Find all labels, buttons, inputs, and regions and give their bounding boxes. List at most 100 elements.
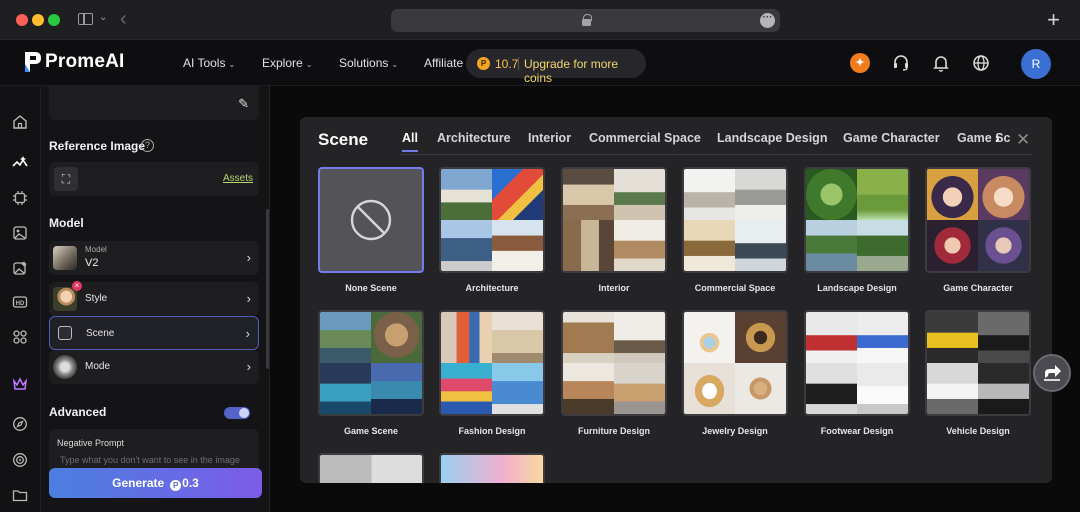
folder-icon[interactable] (12, 487, 28, 503)
card-label: Game Scene (343, 426, 399, 436)
remove-badge-icon[interactable]: × (72, 281, 82, 291)
nav-solutions[interactable]: Solutions ⌄ (339, 56, 398, 70)
nav-affiliate[interactable]: Affiliate (424, 56, 463, 70)
coins-upgrade-pill[interactable]: P 10.7 Upgrade for more coins (466, 49, 646, 85)
assets-link[interactable]: Assets (223, 173, 253, 184)
chevron-down-icon: ⌄ (391, 60, 399, 69)
generate-cost: 0.3 (182, 476, 199, 490)
chevron-right-icon[interactable]: › (995, 130, 1000, 146)
close-icon[interactable]: ✕ (1016, 130, 1030, 150)
model-sub-label: Model (85, 245, 107, 254)
minimize-window-button[interactable] (32, 14, 44, 26)
card-image (318, 310, 424, 416)
card-label: Landscape Design (817, 283, 897, 293)
tab-bar: All Architecture Interior Commercial Spa… (400, 117, 1010, 157)
close-window-button[interactable] (16, 14, 28, 26)
card-label: Game Character (943, 283, 1013, 293)
svg-text:HD: HD (16, 301, 25, 307)
bell-icon[interactable] (931, 53, 951, 73)
model-thumbnail (53, 246, 77, 270)
scene-selector[interactable]: Scene › (49, 316, 259, 350)
upgrade-link[interactable]: Upgrade for more coins (524, 57, 646, 85)
icon-rail: HD (0, 86, 41, 512)
scene-card-partial[interactable] (318, 453, 424, 483)
tab-interior[interactable]: Interior (528, 131, 571, 145)
card-image (804, 310, 910, 416)
modal-title: Scene (318, 130, 369, 149)
advanced-title: Advanced (49, 405, 107, 419)
browser-toolbar: ⌄ ‹ ··· + (0, 0, 1080, 40)
scene-modal: Scene All Architecture Interior Commerci… (300, 117, 1052, 483)
tab-commercial-space[interactable]: Commercial Space (589, 131, 701, 145)
headset-support-icon[interactable] (891, 53, 911, 73)
advanced-toggle[interactable] (224, 407, 250, 419)
generate-button[interactable]: Generate P 0.3 (49, 468, 262, 498)
gallery-icon[interactable] (12, 225, 28, 241)
prompt-input[interactable]: ✎ (49, 86, 259, 120)
panel-scrollbar[interactable] (266, 209, 269, 369)
card-image (439, 310, 545, 416)
sidebar-toggle-icon[interactable] (78, 13, 93, 25)
chevron-right-icon: › (246, 359, 251, 374)
avatar[interactable]: R (1021, 49, 1051, 79)
negative-prompt-placeholder: Type what you don't want to see in the i… (60, 455, 240, 465)
new-tab-button[interactable]: + (1047, 7, 1060, 33)
card-image (925, 167, 1031, 273)
tab-divider (400, 154, 1032, 155)
settings-panel: ✎ Reference Image ? ⛶ Assets Model Model… (41, 86, 270, 512)
back-button[interactable]: ‹ (120, 8, 127, 31)
tab-landscape-design[interactable]: Landscape Design (717, 131, 827, 145)
card-image (561, 310, 667, 416)
maximize-window-button[interactable] (48, 14, 60, 26)
brand-name[interactable]: PromeAI (45, 51, 125, 73)
nav-explore[interactable]: Explore ⌄ (262, 56, 312, 70)
compass-icon[interactable] (12, 416, 28, 432)
chevron-down-icon[interactable]: ⌄ (99, 12, 107, 23)
coin-balance: 10.7 (495, 57, 519, 71)
address-bar[interactable]: ··· (391, 9, 780, 32)
tab-architecture[interactable]: Architecture (437, 131, 511, 145)
card-image (682, 167, 788, 273)
coin-icon: P (477, 57, 490, 70)
card-label: Commercial Space (694, 283, 776, 293)
chevron-right-icon: › (246, 250, 251, 265)
scan-upload-icon[interactable]: ⛶ (54, 167, 78, 191)
chip-icon[interactable] (12, 190, 28, 206)
style-selector[interactable]: × Style › (49, 281, 259, 316)
card-image (561, 167, 667, 273)
tab-all[interactable]: All (402, 131, 418, 152)
apps-grid-icon[interactable] (12, 329, 28, 345)
top-navigation: PromeAI AI Tools ⌄ Explore ⌄ Solutions ⌄ Af… (0, 40, 1080, 86)
hd-upscale-icon[interactable]: HD (12, 294, 28, 310)
scene-card-partial[interactable] (439, 453, 545, 483)
card-image (682, 310, 788, 416)
photo-edit-icon[interactable] (12, 260, 28, 276)
share-button[interactable] (1033, 354, 1071, 392)
reference-image-uploader[interactable]: ⛶ Assets (49, 162, 259, 196)
globe-icon[interactable] (971, 53, 991, 73)
nav-label: AI Tools (183, 56, 226, 70)
magic-wand-icon[interactable]: ✎ (238, 96, 249, 112)
scene-icon (58, 326, 72, 340)
tab-game-scene[interactable]: Game Scene (957, 131, 1010, 145)
mode-thumbnail (53, 355, 77, 379)
ban-icon (350, 199, 392, 241)
generate-label: Generate (112, 476, 165, 490)
mode-selector[interactable]: Mode › (49, 350, 259, 384)
model-selector[interactable]: Model V2 › (49, 241, 259, 275)
chevron-right-icon: › (245, 326, 250, 341)
coin-icon: P (170, 480, 182, 491)
more-icon[interactable]: ··· (760, 13, 775, 28)
share-icon (1044, 365, 1061, 381)
nav-ai-tools[interactable]: AI Tools ⌄ (183, 56, 235, 70)
target-icon[interactable] (12, 452, 28, 468)
crown-icon[interactable] (12, 376, 28, 392)
home-icon[interactable] (12, 114, 28, 130)
tab-game-character[interactable]: Game Character (843, 131, 940, 145)
help-icon[interactable]: ? (141, 139, 154, 152)
image-generate-icon[interactable] (12, 154, 28, 170)
card-label: Architecture (465, 283, 519, 293)
promeai-logo-icon[interactable] (22, 50, 42, 74)
rewards-icon[interactable]: ✦ (850, 53, 870, 73)
chevron-down-icon: ⌄ (228, 60, 236, 69)
